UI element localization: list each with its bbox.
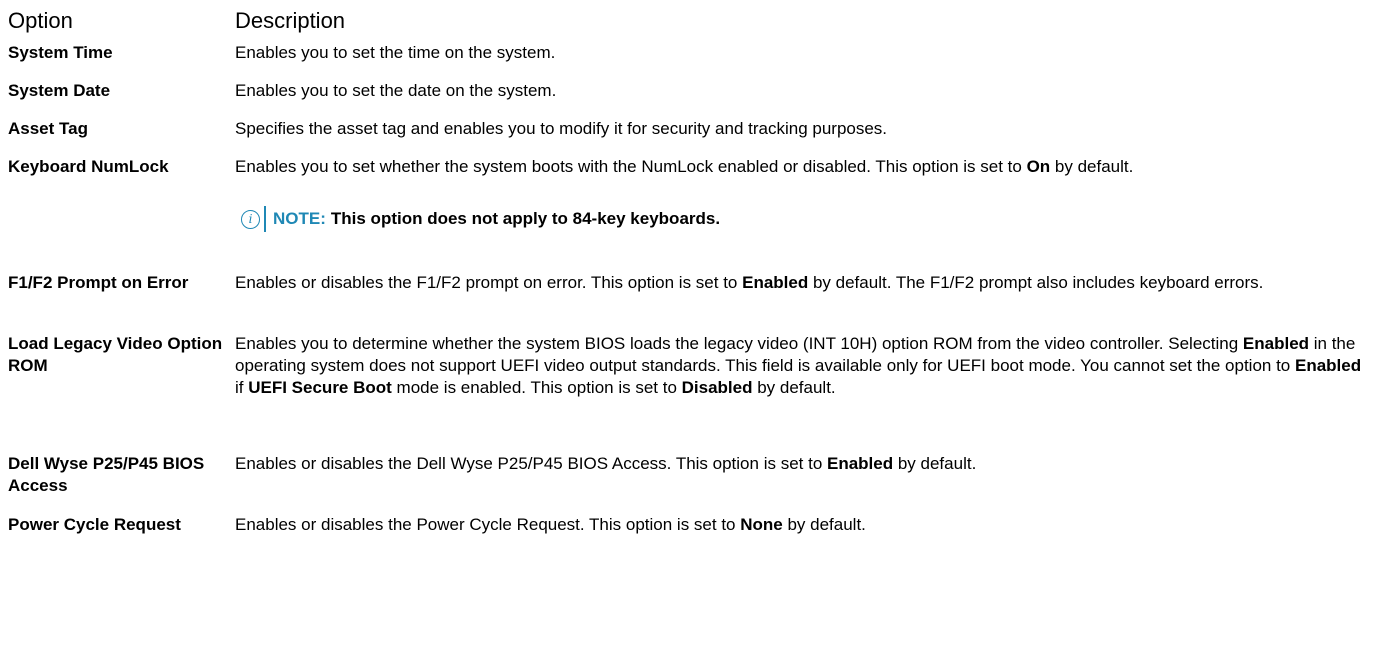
- row-load-legacy-video: Load Legacy Video Option ROM Enables you…: [8, 333, 1371, 453]
- description-text: by default.: [1050, 157, 1134, 176]
- option-name: Power Cycle Request: [8, 515, 181, 534]
- emphasized-value: Enabled: [742, 273, 809, 292]
- note-label: NOTE:: [273, 209, 326, 228]
- option-name: Dell Wyse P25/P45 BIOS Access: [8, 454, 205, 495]
- description-text: if: [235, 378, 249, 397]
- note-box: i NOTE: This option does not apply to 84…: [235, 205, 1371, 233]
- emphasized-value: Enabled: [1242, 334, 1310, 353]
- option-column-header: Option: [8, 8, 73, 33]
- table-header: Option Description: [8, 8, 1371, 42]
- option-name: Keyboard NumLock: [8, 157, 169, 176]
- emphasized-value: On: [1026, 157, 1051, 176]
- description-text: Enables you to set the date on the syste…: [235, 81, 557, 100]
- emphasized-value: Enabled: [827, 454, 894, 473]
- option-description: Enables you to set the time on the syste…: [235, 42, 1371, 64]
- description-text: by default.: [782, 515, 866, 534]
- description-text: by default.: [893, 454, 977, 473]
- description-text: Enables or disables the F1/F2 prompt on …: [235, 273, 743, 292]
- option-name: Asset Tag: [8, 119, 88, 138]
- row-power-cycle-request: Power Cycle Request Enables or disables …: [8, 514, 1371, 564]
- option-name: F1/F2 Prompt on Error: [8, 273, 189, 292]
- option-description: Enables you to set whether the system bo…: [235, 156, 1371, 178]
- description-text: Enables you to set whether the system bo…: [235, 157, 1027, 176]
- row-system-date: System Date Enables you to set the date …: [8, 80, 1371, 118]
- note-text: This option does not apply to 84-key key…: [330, 209, 721, 228]
- emphasized-value: UEFI Secure Boot: [248, 378, 392, 397]
- description-text: Enables you to determine whether the sys…: [235, 334, 1243, 353]
- row-f1f2-prompt: F1/F2 Prompt on Error Enables or disable…: [8, 272, 1371, 333]
- emphasized-value: Disabled: [681, 378, 753, 397]
- description-text: mode is enabled. This option is set to: [391, 378, 682, 397]
- option-description: Enables or disables the Dell Wyse P25/P4…: [235, 453, 1371, 475]
- description-text: Enables or disables the Power Cycle Requ…: [235, 515, 741, 534]
- description-text: Enables or disables the Dell Wyse P25/P4…: [235, 454, 827, 473]
- description-text: by default. The F1/F2 prompt also includ…: [808, 273, 1264, 292]
- row-asset-tag: Asset Tag Specifies the asset tag and en…: [8, 118, 1371, 156]
- option-description: Enables or disables the Power Cycle Requ…: [235, 514, 1371, 536]
- bios-options-table: Option Description System Time Enables y…: [8, 8, 1371, 564]
- info-icon: i: [241, 209, 260, 229]
- option-name: System Time: [8, 43, 113, 62]
- emphasized-value: Enabled: [1294, 356, 1362, 375]
- option-description: Enables or disables the F1/F2 prompt on …: [235, 272, 1371, 294]
- description-column-header: Description: [235, 8, 346, 33]
- emphasized-value: None: [740, 515, 783, 534]
- note-divider: [264, 206, 266, 232]
- description-text: Specifies the asset tag and enables you …: [235, 119, 888, 138]
- option-description: Enables you to set the date on the syste…: [235, 80, 1371, 102]
- row-system-time: System Time Enables you to set the time …: [8, 42, 1371, 80]
- option-description: Enables you to determine whether the sys…: [235, 333, 1371, 399]
- option-name: System Date: [8, 81, 111, 100]
- description-text: by default.: [752, 378, 836, 397]
- row-dell-wyse-bios-access: Dell Wyse P25/P45 BIOS Access Enables or…: [8, 453, 1371, 514]
- row-keyboard-numlock: Keyboard NumLock Enables you to set whet…: [8, 156, 1371, 205]
- option-description: Specifies the asset tag and enables you …: [235, 118, 1371, 140]
- option-name: Load Legacy Video Option ROM: [8, 334, 223, 375]
- description-text: Enables you to set the time on the syste…: [235, 43, 556, 62]
